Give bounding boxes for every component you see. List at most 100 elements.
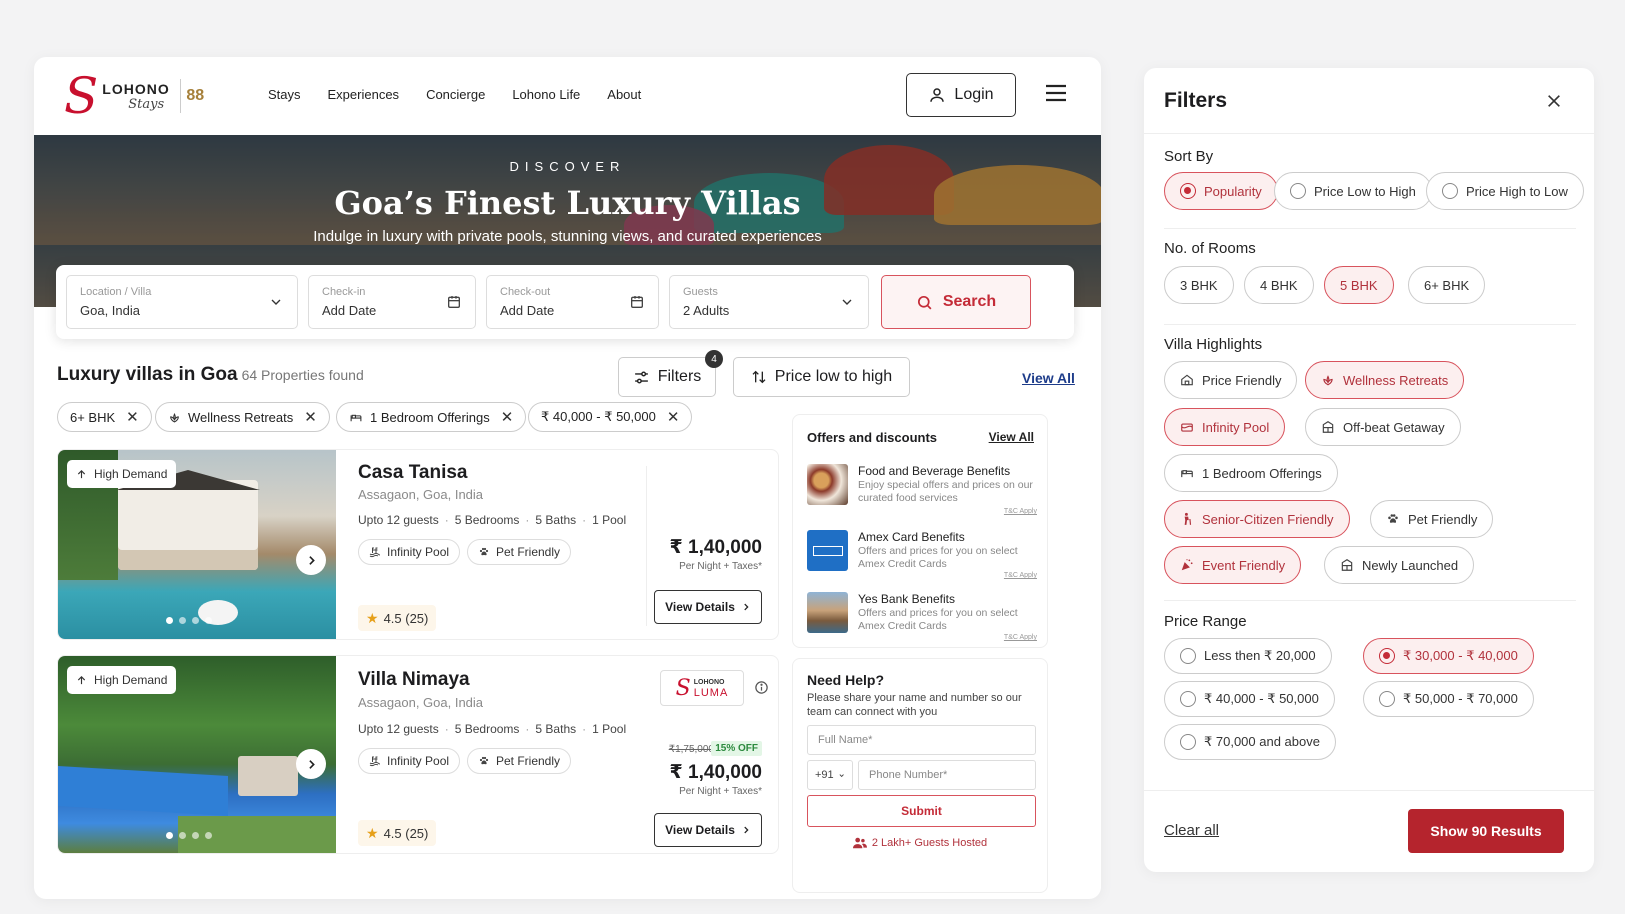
close-icon[interactable]	[1546, 93, 1562, 109]
next-image-button[interactable]	[296, 545, 326, 575]
active-filter-chip[interactable]: 1 Bedroom Offerings ✕	[336, 402, 527, 432]
terms-link[interactable]: T&C Apply	[1004, 508, 1037, 515]
price-option-40000-50000[interactable]: ₹ 40,000 - ₹ 50,000	[1164, 681, 1335, 717]
highlight-pet-friendly[interactable]: Pet Friendly	[1370, 500, 1494, 538]
clear-all-link[interactable]: Clear all	[1164, 822, 1219, 839]
terms-link[interactable]: T&C Apply	[1004, 634, 1037, 641]
offer-item[interactable]: Food and Beverage Benefits Enjoy special…	[807, 464, 1037, 519]
remove-chip-icon[interactable]: ✕	[304, 408, 317, 426]
nav-item-concierge[interactable]: Concierge	[426, 87, 485, 102]
home-icon	[1181, 374, 1193, 386]
view-details-button[interactable]: View Details	[654, 813, 762, 847]
offers-view-all-link[interactable]: View All	[989, 430, 1034, 444]
highlight-wellness-retreats[interactable]: Wellness Retreats	[1305, 361, 1465, 399]
villa-card[interactable]: High Demand Villa Nimaya Assagaon, Goa, …	[57, 655, 779, 854]
hero-title: Goa’s Finest Luxury Villas	[334, 184, 801, 222]
show-results-button[interactable]: Show 90 Results	[1408, 809, 1564, 853]
nav-item-lohono-life[interactable]: Lohono Life	[512, 87, 580, 102]
villa-name[interactable]: Villa Nimaya	[358, 669, 470, 691]
rooms-option-3bhk[interactable]: 3 BHK	[1164, 266, 1234, 304]
chevron-right-icon	[744, 603, 749, 611]
rooms-option-4bhk[interactable]: 4 BHK	[1244, 266, 1314, 304]
nav-item-experiences[interactable]: Experiences	[328, 87, 400, 102]
villa-card[interactable]: High Demand Casa Tanisa Assagaon, Goa, I…	[57, 449, 779, 640]
amenity-tag: Infinity Pool	[358, 539, 461, 565]
hero-kicker: DISCOVER	[509, 159, 626, 174]
users-icon	[852, 837, 867, 849]
radio-selected	[1180, 183, 1196, 199]
active-filter-chip[interactable]: ₹ 40,000 - ₹ 50,000 ✕	[528, 402, 693, 432]
guests-select[interactable]: Guests 2 Adults	[669, 275, 869, 329]
pool-icon	[1181, 423, 1193, 432]
rooms-option-5bhk[interactable]: 5 BHK	[1324, 266, 1394, 304]
info-icon[interactable]	[754, 680, 769, 695]
sort-option-price-low-to-high[interactable]: Price Low to High	[1274, 172, 1432, 210]
full-name-field[interactable]: Full Name*	[807, 725, 1036, 755]
next-image-button[interactable]	[296, 749, 326, 779]
hamburger-menu-icon[interactable]	[1044, 83, 1068, 103]
remove-chip-icon[interactable]: ✕	[501, 408, 514, 426]
sort-option-price-high-to-low[interactable]: Price High to Low	[1426, 172, 1584, 210]
terms-link[interactable]: T&C Apply	[1004, 572, 1037, 579]
login-button[interactable]: Login	[906, 73, 1016, 117]
villa-photo[interactable]: High Demand	[58, 656, 336, 853]
offer-item[interactable]: Amex Card Benefits Offers and prices for…	[807, 530, 1037, 585]
amex-card-image	[807, 530, 848, 571]
villa-photo[interactable]: High Demand	[58, 450, 336, 639]
pool-icon	[369, 756, 381, 767]
highlight-newly-launched[interactable]: Newly Launched	[1324, 546, 1475, 584]
remove-chip-icon[interactable]: ✕	[667, 408, 680, 426]
submit-button[interactable]: Submit	[807, 795, 1036, 827]
highlight-1-bedroom-offerings[interactable]: 1 Bedroom Offerings	[1164, 454, 1338, 492]
highlight-infinity-pool[interactable]: Infinity Pool	[1164, 408, 1286, 446]
nav-item-about[interactable]: About	[607, 87, 641, 102]
sort-option-popularity[interactable]: Popularity	[1164, 172, 1278, 210]
price-option-50000-70000[interactable]: ₹ 50,000 - ₹ 70,000	[1363, 681, 1534, 717]
villa-price: ₹ 1,40,000	[669, 762, 762, 783]
price-option-30000-40000[interactable]: ₹ 30,000 - ₹ 40,000	[1363, 638, 1534, 674]
offers-title: Offers and discounts	[807, 430, 938, 445]
lohono-logo[interactable]: S LOHONO Stays 88	[64, 71, 204, 121]
sliders-icon	[634, 370, 648, 384]
villa-location: Assagaon, Goa, India	[358, 487, 484, 502]
lotus-icon	[1323, 375, 1333, 386]
view-all-link[interactable]: View All	[1022, 370, 1075, 386]
highlight-price-friendly[interactable]: Price Friendly	[1164, 361, 1298, 399]
nav-item-stays[interactable]: Stays	[268, 87, 301, 102]
villa-rating: ★ 4.5 (25)	[358, 820, 437, 846]
logo-subtitle: Stays	[128, 96, 165, 112]
highlight-event-friendly[interactable]: Event Friendly	[1164, 546, 1302, 584]
villa-name[interactable]: Casa Tanisa	[358, 462, 467, 484]
offer-item[interactable]: Yes Bank Benefits Offers and prices for …	[807, 592, 1037, 647]
active-filter-chip[interactable]: Wellness Retreats ✕	[155, 402, 330, 432]
checkout-date-field[interactable]: Check-out Add Date	[486, 275, 659, 329]
sort-button[interactable]: Price low to high	[733, 357, 910, 397]
rooms-option-6plus-bhk[interactable]: 6+ BHK	[1408, 266, 1486, 304]
search-button[interactable]: Search	[881, 275, 1031, 329]
checkin-date-field[interactable]: Check-in Add Date	[308, 275, 476, 329]
elderly-person-icon	[1184, 512, 1192, 525]
filters-panel-title: Filters	[1164, 89, 1228, 112]
filters-count-badge: 4	[705, 350, 723, 368]
highlight-senior-citizen-friendly[interactable]: Senior-Citizen Friendly	[1164, 500, 1350, 538]
price-option-70000-and-above[interactable]: ₹ 70,000 and above	[1164, 724, 1336, 760]
location-select[interactable]: Location / Villa Goa, India	[66, 275, 298, 329]
filters-panel: Filters Sort By Popularity Price Low to …	[1144, 68, 1594, 872]
villa-specs: Upto 12 guests · 5 Bedrooms · 5 Baths · 1 P…	[358, 513, 627, 527]
help-title: Need Help?	[807, 672, 885, 688]
phone-number-field[interactable]: Phone Number*	[858, 760, 1036, 790]
amenity-tag: Infinity Pool	[358, 748, 461, 774]
star-icon: ★	[366, 609, 379, 626]
filters-button[interactable]: Filters 4	[618, 350, 723, 397]
active-filter-chip[interactable]: 6+ BHK ✕	[57, 402, 152, 432]
price-option-less-than-20000[interactable]: Less then ₹ 20,000	[1164, 638, 1332, 674]
remove-chip-icon[interactable]: ✕	[126, 408, 139, 426]
highlight-off-beat-getaway[interactable]: Off-beat Getaway	[1305, 408, 1461, 446]
country-code-select[interactable]: +91	[807, 760, 853, 790]
price-note: Per Night + Taxes*	[679, 786, 762, 797]
calendar-icon	[448, 296, 460, 308]
yes-bank-offer-image	[807, 592, 848, 633]
party-popper-icon	[1181, 559, 1193, 571]
calendar-icon	[631, 296, 643, 308]
view-details-button[interactable]: View Details	[654, 590, 762, 624]
